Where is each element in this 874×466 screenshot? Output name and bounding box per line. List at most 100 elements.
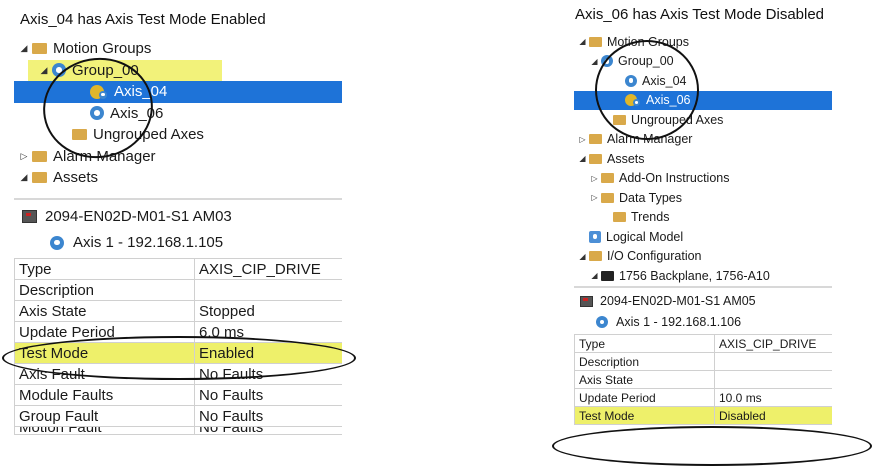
- expand-arrow-icon[interactable]: ▷: [588, 174, 601, 183]
- left-axis-row: Axis 1 - 192.168.1.105: [50, 234, 223, 251]
- property-value[interactable]: No Faults: [194, 363, 342, 385]
- property-row-axis-state: Axis State: [574, 370, 832, 389]
- axis-icon: [50, 235, 67, 250]
- collapse-arrow-icon[interactable]: ◢: [588, 57, 601, 66]
- property-name: Update Period: [14, 321, 195, 343]
- tree-item-data-types[interactable]: ▷ Data Types: [574, 188, 832, 208]
- tree-item-label: Assets: [607, 151, 645, 166]
- property-row-type: Type AXIS_CIP_DRIVE: [14, 258, 342, 280]
- property-value[interactable]: [194, 279, 342, 301]
- property-name: Axis State: [574, 370, 715, 389]
- tree-item-ungrouped-axes[interactable]: Ungrouped Axes: [574, 110, 832, 130]
- folder-icon: [72, 129, 87, 141]
- tree-item-label: Data Types: [619, 190, 683, 205]
- property-name: Type: [574, 334, 715, 353]
- tree-item-motion-groups[interactable]: ◢ Motion Groups: [14, 38, 342, 60]
- property-value[interactable]: 6.0 ms: [194, 321, 342, 343]
- left-properties-table: Type AXIS_CIP_DRIVE Description Axis State S…: [14, 258, 342, 435]
- property-name: Description: [14, 279, 195, 301]
- property-value[interactable]: No Faults: [194, 405, 342, 427]
- tree-item-label: Alarm Manager: [53, 147, 156, 165]
- tree-item-axis-06[interactable]: Axis_06: [574, 90, 832, 110]
- expand-arrow-icon[interactable]: ▷: [576, 135, 589, 144]
- property-row-module-faults: Module Faults No Faults: [14, 384, 342, 406]
- folder-icon: [32, 150, 47, 162]
- right-axis-label: Axis 1 - 192.168.1.106: [616, 315, 742, 329]
- property-value[interactable]: Enabled: [194, 342, 342, 364]
- folder-icon: [32, 172, 47, 184]
- property-row-test-mode: Test Mode Enabled: [14, 342, 342, 364]
- property-value[interactable]: No Faults: [194, 384, 342, 406]
- tree-item-axis-04[interactable]: Axis_04: [14, 81, 342, 103]
- collapse-arrow-icon[interactable]: ◢: [16, 172, 32, 183]
- tree-item-1756-backplane-1756-a10[interactable]: ◢ 1756 Backplane, 1756-A10: [574, 266, 832, 286]
- property-name: Module Faults: [14, 384, 195, 406]
- folder-icon: [589, 36, 602, 47]
- left-axis-label: Axis 1 - 192.168.1.105: [73, 234, 224, 251]
- tree-item-assets[interactable]: ◢ Assets: [14, 167, 342, 189]
- tree-item-assets[interactable]: ◢ Assets: [574, 149, 832, 169]
- collapse-arrow-icon[interactable]: ◢: [588, 271, 601, 280]
- property-value[interactable]: AXIS_CIP_DRIVE: [714, 334, 832, 353]
- folder-icon: [32, 43, 47, 55]
- property-value[interactable]: [714, 370, 832, 389]
- tree-item-alarm-manager[interactable]: ▷ Alarm Manager: [574, 130, 832, 150]
- tree-item-ungrouped-axes[interactable]: Ungrouped Axes: [14, 124, 342, 146]
- tree-item-axis-06[interactable]: Axis_06: [14, 103, 342, 125]
- property-row-motion-fault: Motion FaultNo Faults: [14, 426, 342, 435]
- right-details-header: 2094-EN02D-M01-S1 AM05 Axis 1 - 192.168.…: [574, 286, 832, 336]
- right-device-row: 2094-EN02D-M01-S1 AM05: [580, 294, 756, 308]
- property-row-group-fault: Group Fault No Faults: [14, 405, 342, 427]
- axis-icon: [596, 316, 611, 328]
- property-name: Update Period: [574, 388, 715, 407]
- tree-item-label: Motion Groups: [607, 34, 689, 49]
- right-panel: ◢ Motion Groups ◢ Group_00 Axis_04 Axis_06 Ung…: [574, 30, 832, 464]
- axis-test-mode-icon: [625, 94, 641, 107]
- property-name: Group Fault: [14, 405, 195, 427]
- property-value[interactable]: Disabled: [714, 406, 832, 425]
- property-value[interactable]: [714, 352, 832, 371]
- tree-item-label: I/O Configuration: [607, 249, 702, 264]
- tree-item-group-00[interactable]: ◢ Group_00: [28, 59, 222, 81]
- collapse-arrow-icon[interactable]: ◢: [576, 154, 589, 163]
- tree-item-axis-04[interactable]: Axis_04: [574, 71, 832, 91]
- collapse-arrow-icon[interactable]: ◢: [576, 37, 589, 46]
- expand-arrow-icon[interactable]: ▷: [16, 151, 32, 162]
- tree-item-group-00[interactable]: ◢ Group_00: [574, 52, 832, 72]
- collapse-arrow-icon[interactable]: ◢: [36, 65, 52, 76]
- left-caption: Axis_04 has Axis Test Mode Enabled: [20, 11, 266, 28]
- tree-item-label: Group_00: [618, 54, 674, 69]
- left-panel: ◢ Motion Groups ◢ Group_00 Axis_04 Axis_06 Ung…: [14, 36, 342, 464]
- right-caption: Axis_06 has Axis Test Mode Disabled: [575, 6, 825, 23]
- property-row-update-period: Update Period 10.0 ms: [574, 388, 832, 407]
- property-row-axis-fault: Axis Fault No Faults: [14, 363, 342, 385]
- property-name: Axis Fault: [14, 363, 195, 385]
- tree-item-i-o-configuration[interactable]: ◢ I/O Configuration: [574, 247, 832, 267]
- tree-item-logical-model[interactable]: Logical Model: [574, 227, 832, 247]
- property-value[interactable]: Stopped: [194, 300, 342, 322]
- collapse-arrow-icon[interactable]: ◢: [576, 252, 589, 261]
- tree-item-label: Add-On Instructions: [619, 171, 730, 186]
- tree-item-motion-groups[interactable]: ◢ Motion Groups: [574, 32, 832, 52]
- tree-item-add-on-instructions[interactable]: ▷ Add-On Instructions: [574, 169, 832, 189]
- axis-test-mode-icon: [90, 84, 108, 99]
- property-row-description: Description: [574, 352, 832, 371]
- tree-item-label: Group_00: [72, 61, 139, 79]
- logical-model-icon: [589, 230, 601, 243]
- tree-item-label: Alarm Manager: [607, 132, 693, 147]
- property-row-type: Type AXIS_CIP_DRIVE: [574, 334, 832, 353]
- collapse-arrow-icon[interactable]: ◢: [16, 43, 32, 54]
- axis-icon: [90, 106, 104, 121]
- folder-icon: [613, 212, 626, 223]
- tree-item-label: Axis_06: [110, 104, 164, 122]
- tree-item-label: Axis_04: [642, 73, 687, 88]
- tree-item-alarm-manager[interactable]: ▷ Alarm Manager: [14, 146, 342, 168]
- property-value[interactable]: 10.0 ms: [714, 388, 832, 407]
- property-value[interactable]: No Faults: [194, 426, 342, 435]
- folder-icon: [613, 114, 626, 125]
- tree-item-label: Axis_06: [646, 93, 691, 108]
- tree-item-trends[interactable]: Trends: [574, 208, 832, 228]
- property-row-update-period: Update Period 6.0 ms: [14, 321, 342, 343]
- expand-arrow-icon[interactable]: ▷: [588, 193, 601, 202]
- property-value[interactable]: AXIS_CIP_DRIVE: [194, 258, 342, 280]
